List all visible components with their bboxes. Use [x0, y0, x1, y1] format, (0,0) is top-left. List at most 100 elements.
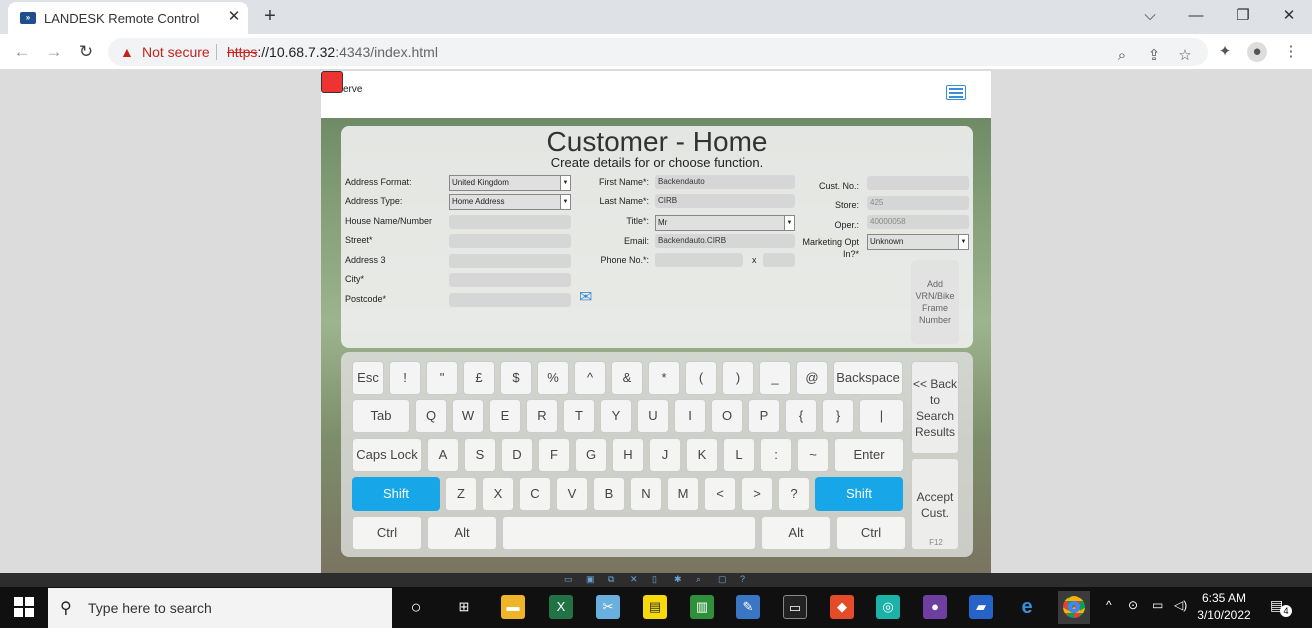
street-field[interactable] [449, 234, 571, 248]
key-d[interactable]: D [501, 438, 533, 472]
new-tab-button[interactable]: + [260, 5, 280, 27]
github-icon[interactable]: ● [923, 595, 947, 619]
key-o[interactable]: O [711, 399, 743, 433]
key-^[interactable]: ^ [574, 361, 606, 395]
hamburger-menu-icon[interactable] [946, 85, 966, 100]
key-n[interactable]: N [630, 477, 662, 511]
key-enter[interactable]: Enter [834, 438, 904, 472]
key-v[interactable]: V [556, 477, 588, 511]
phone-ext-field[interactable] [763, 253, 795, 267]
key->[interactable]: > [741, 477, 773, 511]
menu-dots-icon[interactable]: ⋮ [1280, 40, 1302, 64]
key-shift[interactable]: Shift [352, 477, 440, 511]
git-icon[interactable]: ◆ [830, 595, 854, 619]
key-w[interactable]: W [452, 399, 484, 433]
taskbar-search-box[interactable]: ⚲ Type here to search [48, 588, 392, 628]
key-i[interactable]: I [674, 399, 706, 433]
key-m[interactable]: M [667, 477, 699, 511]
paint-icon[interactable]: ✎ [736, 595, 760, 619]
tray-app-icon[interactable]: ⊙ [1128, 598, 1138, 612]
key-k[interactable]: K [686, 438, 718, 472]
extensions-icon[interactable]: ✦ [1214, 40, 1236, 64]
notification-icon[interactable]: ▤ 4 [1270, 597, 1292, 617]
tray-chevron-icon[interactable]: ^ [1106, 598, 1112, 612]
house-field[interactable] [449, 215, 571, 229]
volume-icon[interactable]: ◁) [1174, 598, 1187, 612]
close-window-button[interactable]: ✕ [1274, 4, 1304, 28]
url-text[interactable]: https://10.68.7.32:4343/index.html [227, 44, 438, 60]
key-)[interactable]: ) [722, 361, 754, 395]
postcode-field[interactable] [449, 293, 571, 307]
chrome-active-icon[interactable] [1058, 591, 1090, 624]
address-format-select[interactable]: United Kingdom ▼ [449, 175, 571, 191]
key-j[interactable]: J [649, 438, 681, 472]
key-p[interactable]: P [748, 399, 780, 433]
forward-arrow-icon[interactable]: → [42, 40, 66, 64]
key-&[interactable]: & [611, 361, 643, 395]
rc-tool-icon[interactable]: ▯ [652, 574, 657, 585]
title-select[interactable]: Mr ▼ [655, 215, 795, 231]
rc-tool-icon[interactable]: ⧉ [608, 574, 614, 585]
key-:[interactable]: : [760, 438, 792, 472]
windows-start-icon[interactable] [14, 597, 34, 617]
key-f[interactable]: F [538, 438, 570, 472]
key-%[interactable]: % [537, 361, 569, 395]
key-c[interactable]: C [519, 477, 551, 511]
file-explorer-icon[interactable]: ▬ [501, 595, 525, 619]
sticky-notes-icon[interactable]: ▤ [643, 595, 667, 619]
rc-tool-icon[interactable]: ▢ [718, 574, 727, 585]
snip-tool-icon[interactable]: ✂ [596, 595, 620, 619]
key-*[interactable]: * [648, 361, 680, 395]
phone-field[interactable] [655, 253, 743, 267]
city-field[interactable] [449, 273, 571, 287]
key-|[interactable]: | [859, 399, 904, 433]
address-bar[interactable]: ▲ Not secure https://10.68.7.32:4343/ind… [108, 38, 1208, 66]
key-l[interactable]: L [723, 438, 755, 472]
key-backspace[interactable]: Backspace [833, 361, 903, 395]
reload-icon[interactable]: ↻ [74, 40, 98, 64]
restore-button[interactable]: ❐ [1228, 4, 1258, 28]
key-$[interactable]: $ [500, 361, 532, 395]
security-status[interactable]: Not secure [142, 44, 210, 60]
key-g[interactable]: G [575, 438, 607, 472]
rc-tool-icon[interactable]: ✱ [674, 574, 682, 585]
browser-tab[interactable]: » LANDESK Remote Control ✕ [8, 2, 248, 34]
key-esc[interactable]: Esc [352, 361, 384, 395]
key-alt[interactable]: Alt [761, 516, 831, 550]
key-([interactable]: ( [685, 361, 717, 395]
key-s[interactable]: S [464, 438, 496, 472]
key-@[interactable]: @ [796, 361, 828, 395]
chatgpt-icon[interactable]: ◎ [876, 595, 900, 619]
key-e[interactable]: E [489, 399, 521, 433]
accept-cust-button[interactable]: Accept Cust. F12 [911, 458, 959, 550]
back-to-search-button[interactable]: << Back to Search Results [911, 361, 959, 454]
first-name-field[interactable]: Backendauto [655, 175, 795, 189]
rc-tool-icon[interactable]: ▭ [564, 574, 573, 585]
key-?[interactable]: ? [778, 477, 810, 511]
key-shift[interactable]: Shift [815, 477, 903, 511]
share-icon[interactable]: ⇪ [1143, 44, 1165, 68]
internet-explorer-icon[interactable]: e [1015, 595, 1039, 619]
back-arrow-icon[interactable]: ← [10, 40, 34, 64]
email-field[interactable]: Backendauto.CIRB [655, 234, 795, 248]
key-t[interactable]: T [563, 399, 595, 433]
key-y[interactable]: Y [600, 399, 632, 433]
terminal-icon[interactable]: ▭ [783, 595, 807, 619]
excel-icon[interactable]: X [549, 595, 573, 619]
add-vrn-button[interactable]: Add VRN/Bike Frame Number [911, 260, 959, 344]
profile-icon[interactable]: ● [1247, 42, 1267, 62]
key-r[interactable]: R [526, 399, 558, 433]
zoom-icon[interactable]: ⌕ [1111, 44, 1133, 68]
network-icon[interactable]: ▭ [1152, 598, 1163, 612]
key-alt[interactable]: Alt [427, 516, 497, 550]
rc-tool-icon[interactable]: ✕ [630, 574, 638, 585]
last-name-field[interactable]: CIRB [655, 194, 795, 208]
tab-search-dropdown[interactable]: ⌵ [1135, 4, 1165, 28]
spacebar-key[interactable] [502, 516, 756, 550]
key-tab[interactable]: Tab [352, 399, 410, 433]
key-{[interactable]: { [785, 399, 817, 433]
minimize-button[interactable]: — [1181, 4, 1211, 28]
key-u[interactable]: U [637, 399, 669, 433]
key-z[interactable]: Z [445, 477, 477, 511]
address-type-select[interactable]: Home Address ▼ [449, 194, 571, 210]
